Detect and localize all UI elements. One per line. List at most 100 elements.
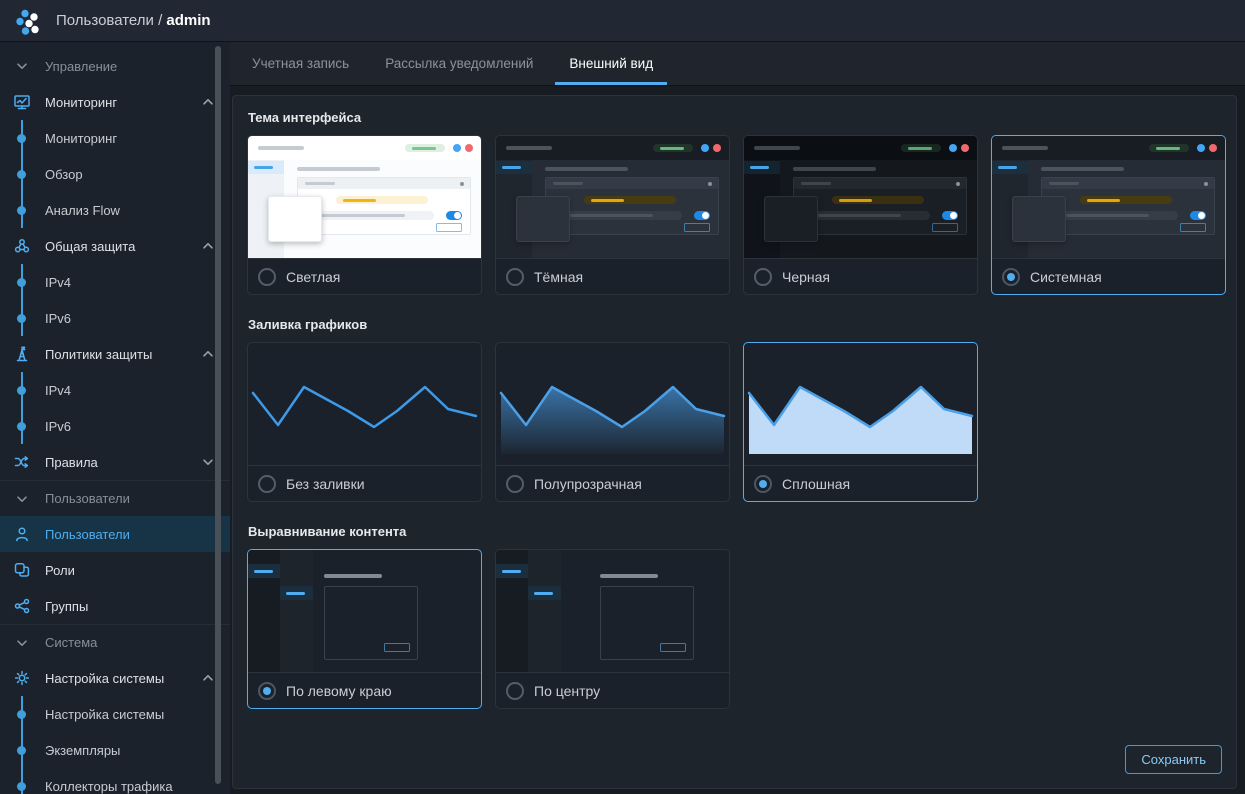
tab-внешний-вид[interactable]: Внешний вид [555,42,668,85]
theme-option-system[interactable]: Системная [991,135,1226,295]
fill-preview [744,343,977,465]
alignment-preview-left [248,550,481,672]
theme-preview-light [248,136,481,258]
sidebar-item-экземпляры[interactable]: Экземпляры [0,732,230,768]
app-header: Пользователи / admin [0,0,1245,42]
sidebar-item-группы[interactable]: Группы [0,588,230,624]
sidebar-item-управление[interactable]: Управление [0,48,230,84]
radio-none[interactable] [258,474,276,493]
fill-option-translucent[interactable]: Полупрозрачная [495,342,730,502]
bullet-dot-icon [17,745,26,755]
tab-учетная-запись[interactable]: Учетная запись [238,42,363,85]
section-title-theme: Тема интерфейса [248,110,362,125]
theme-preview [248,136,481,258]
alignment-option-center[interactable]: По центру [495,549,730,709]
sidebar-item-label: Общая защита [45,238,136,254]
bullet-dot-icon [17,313,26,323]
sidebar-item-пользователи[interactable]: Пользователи [0,480,230,516]
theme-option-light[interactable]: Светлая [247,135,482,295]
bullet-dot-icon [17,385,26,395]
section-alignment: Выравнивание контента По левому краю По це… [247,524,1222,709]
sidebar-item-label: Мониторинг [45,130,118,146]
option-label: Сплошная [782,475,851,492]
monitor-icon [13,93,31,111]
theme-option-dark[interactable]: Тёмная [495,135,730,295]
chevron-down-icon [14,58,30,74]
sidebar-item-label: IPv6 [45,310,72,326]
sidebar-item-роли[interactable]: Роли [0,552,230,588]
chart-fill-preview-solid [747,385,974,454]
breadcrumb-user: admin [166,12,211,29]
sidebar-scrollbar[interactable] [215,46,221,784]
sidebar-item-коллекторы-трафика[interactable]: Коллекторы трафика [0,768,230,794]
theme-preview [744,136,977,258]
radio-dark[interactable] [506,267,524,286]
theme-preview [992,136,1225,258]
section-title-fill: Заливка графиков [248,317,368,332]
bullet-dot-icon [17,709,26,719]
cluster-icon [13,237,31,255]
sidebar-item-ipv4[interactable]: IPv4 [0,372,230,408]
sidebar-item-настройка-системы[interactable]: Настройка системы [0,696,230,732]
sidebar-item-настройка-системы[interactable]: Настройка системы [0,660,230,696]
tab-bar: Учетная запись Рассылка уведомлений Внешни… [230,42,1245,86]
main-area: Учетная запись Рассылка уведомлений Внешни… [230,42,1245,794]
tab-рассылка-уведомлений[interactable]: Рассылка уведомлений [371,42,547,85]
chart-fill-preview-none [251,385,478,429]
sidebar-item-ipv4[interactable]: IPv4 [0,264,230,300]
masks-icon [13,561,31,579]
sidebar-item-label: IPv4 [45,382,72,398]
sidebar-item-мониторинг[interactable]: Мониторинг [0,84,230,120]
chevron-up-icon [200,94,216,110]
sidebar-item-label: Пользователи [45,491,130,506]
sidebar-item-анализ-flow[interactable]: Анализ Flow [0,192,230,228]
sidebar-item-политики-защиты[interactable]: Политики защиты [0,336,230,372]
chart-fill-preview-translucent [499,385,726,454]
alignment-preview [248,550,481,672]
option-label: Без заливки [286,475,365,492]
radio-left[interactable] [258,681,276,700]
option-label: Тёмная [534,268,584,285]
radio-system[interactable] [1002,267,1020,286]
sidebar-item-ipv6[interactable]: IPv6 [0,408,230,444]
sidebar-item-label: Группы [45,598,89,614]
sidebar-item-label: Настройка системы [45,706,165,722]
sidebar-item-label: Роли [45,562,75,578]
sidebar: Управление Мониторинг Мониторинг Обзор Анали… [0,42,230,794]
fill-option-solid[interactable]: Сплошная [743,342,978,502]
bullet-dot-icon [17,169,26,179]
sidebar-item-мониторинг[interactable]: Мониторинг [0,120,230,156]
radio-light[interactable] [258,267,276,286]
fill-option-none[interactable]: Без заливки [247,342,482,502]
option-label: Черная [782,268,831,285]
bullet-dot-icon [17,133,26,143]
sidebar-item-правила[interactable]: Правила [0,444,230,480]
sidebar-item-общая-защита[interactable]: Общая защита [0,228,230,264]
sidebar-item-label: IPv4 [45,274,72,290]
alignment-option-left[interactable]: По левому краю [247,549,482,709]
theme-preview [496,136,729,258]
sidebar-item-label: Система [45,635,98,650]
theme-option-black[interactable]: Черная [743,135,978,295]
section-fill: Заливка графиков Без заливки Полупрозрачна… [247,317,1222,502]
sidebar-item-label: Настройка системы [45,670,165,686]
sidebar-item-обзор[interactable]: Обзор [0,156,230,192]
app-root: Пользователи / admin Управление Мониторин… [0,0,1245,794]
radio-solid[interactable] [754,474,772,493]
sidebar-item-пользователи[interactable]: Пользователи [0,516,230,552]
sidebar-item-система[interactable]: Система [0,624,230,660]
sidebar-item-label: Мониторинг [45,94,118,110]
sidebar-item-label: Экземпляры [45,742,121,758]
save-button[interactable]: Сохранить [1125,745,1222,774]
radio-translucent[interactable] [506,474,524,493]
sidebar-item-ipv6[interactable]: IPv6 [0,300,230,336]
fill-preview [496,343,729,465]
sidebar-item-label: Коллекторы трафика [45,778,173,794]
radio-black[interactable] [754,267,772,286]
radio-center[interactable] [506,681,524,700]
share-icon [13,597,31,615]
chevron-up-icon [200,346,216,362]
fill-preview [248,343,481,465]
section-theme: Тема интерфейса Светлая Тёмная Черная Систем… [247,110,1226,295]
chevron-down-icon [200,454,216,470]
